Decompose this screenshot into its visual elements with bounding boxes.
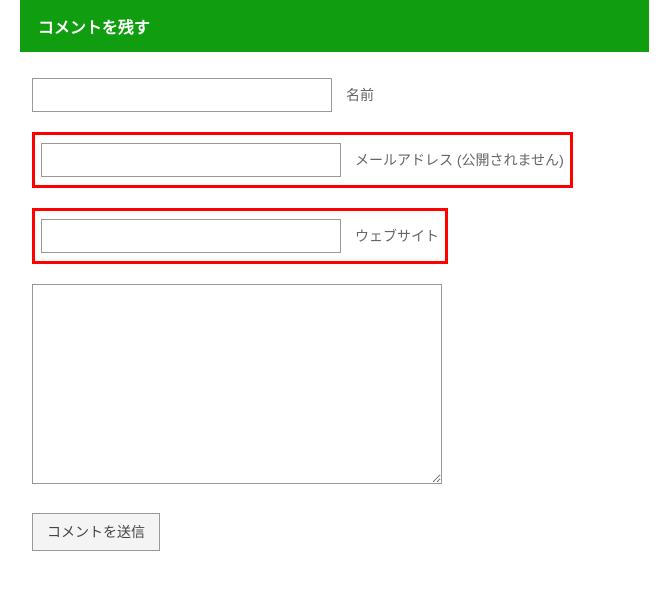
section-title: コメントを残す [38, 20, 150, 37]
email-label: メールアドレス (公開されません) [355, 150, 564, 170]
name-input[interactable] [32, 78, 332, 112]
section-header: コメントを残す [20, 0, 649, 52]
website-highlight: ウェブサイト [32, 208, 448, 264]
submit-row: コメントを送信 [32, 513, 649, 551]
website-label: ウェブサイト [355, 226, 439, 246]
comment-form-container: コメントを残す 名前 メールアドレス (公開されません) ウェブサイト コメント… [0, 0, 669, 591]
website-row: ウェブサイト [32, 208, 649, 264]
comment-textarea[interactable] [32, 284, 442, 484]
website-input[interactable] [41, 219, 341, 253]
name-label: 名前 [346, 85, 374, 105]
comment-row [32, 284, 649, 489]
email-row: メールアドレス (公開されません) [32, 132, 649, 188]
submit-button[interactable]: コメントを送信 [32, 513, 160, 551]
name-row: 名前 [32, 78, 649, 112]
email-highlight: メールアドレス (公開されません) [32, 132, 573, 188]
email-input[interactable] [41, 143, 341, 177]
